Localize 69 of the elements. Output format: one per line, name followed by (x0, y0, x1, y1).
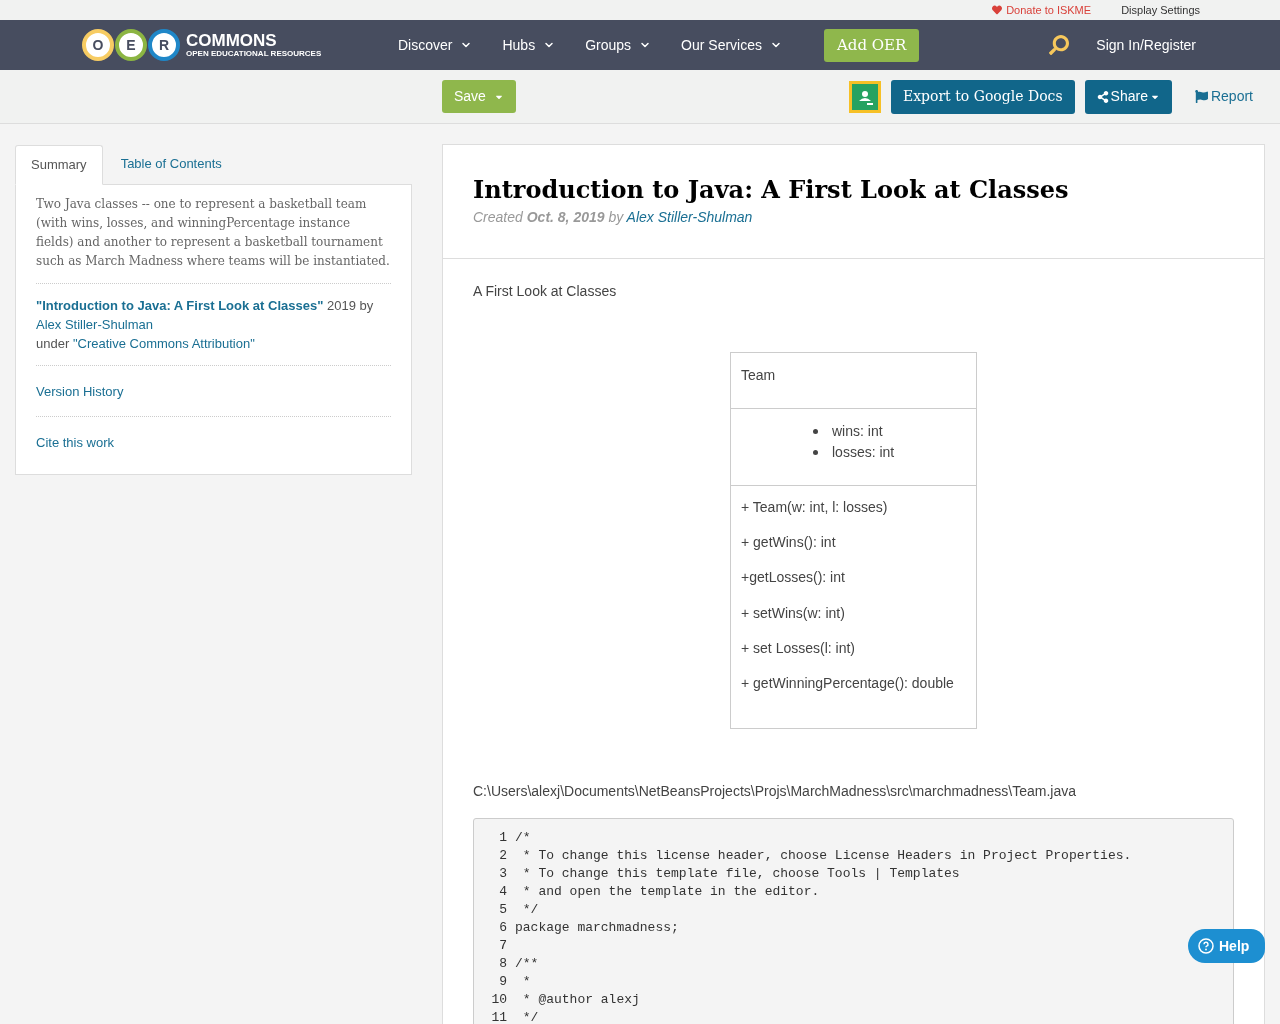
method-text: +getLosses(): int (741, 569, 845, 586)
sign-in-link[interactable]: Sign In/Register (1096, 34, 1196, 56)
code-line: * To change this license header, choose License Headers in Project Properties. (521, 847, 1132, 866)
code-line: /* (515, 829, 531, 848)
logo[interactable]: O E R COMMONS OPEN EDUCATIONAL RESOURCES (82, 29, 382, 61)
line-number: 2 (498, 847, 507, 866)
line-number: 7 (498, 937, 507, 956)
code-line: * @author alexj (521, 991, 640, 1010)
field-text: losses: int (832, 443, 895, 462)
donate-link[interactable]: Donate to ISKME (992, 1, 1092, 19)
method-text: + Team(w: int, l: losses) (741, 499, 888, 515)
line-number: 5 (498, 901, 507, 920)
classroom-icon[interactable] (848, 80, 881, 113)
logo-letter: R (148, 29, 180, 61)
logo-letter: O (82, 29, 114, 61)
search-icon[interactable] (1049, 35, 1070, 55)
line-number: 9 (498, 973, 507, 992)
sidebar-link[interactable]: Version History (36, 384, 124, 399)
report-link[interactable]: Report (1194, 86, 1253, 107)
line-number: 8 (498, 955, 507, 974)
help-button[interactable]: Help (1188, 929, 1265, 963)
class-name: Team (731, 353, 976, 409)
nav-menu[interactable]: Groups (585, 34, 652, 56)
logo-letter: E (115, 29, 147, 61)
file-path: C:\Users\alexj\Documents\NetBeansProjects\Projs\MarchMadness\src\marchmadness\Team.java (473, 782, 1077, 802)
attribution-text: "Introduction to Java: A First Look at Classes" 2019 by Alex Stiller-Shulman under "Creative Commons Attribution" (36, 284, 391, 366)
sidebar-tab[interactable]: Summary (15, 145, 103, 185)
logo-tagline: OPEN EDUCATIONAL RESOURCES (186, 50, 322, 58)
code-line: * and open the template in the editor. (521, 883, 820, 902)
line-number: 1 (498, 829, 507, 848)
code-line: */ (521, 1009, 539, 1024)
flag-icon (1194, 90, 1208, 103)
summary-text: Two Java classes -- one to represent a basketball team (with wins, losses, and winningPercentage instance fields) and another to represent a basketball tournament such as March Madness where teams will be instantiated. (36, 195, 391, 284)
line-number: 11 (490, 1009, 507, 1024)
question-icon (1198, 938, 1214, 954)
created-meta: Created Oct. 8, 2019 by Alex Stiller-Shulman (473, 208, 754, 227)
sidebar-link[interactable]: Cite this work (36, 435, 115, 450)
share-icon (1096, 90, 1109, 103)
line-number: 6 (498, 919, 507, 938)
method-text: + set Losses(l: int) (741, 639, 855, 656)
code-line: /** (515, 955, 539, 974)
bullet-icon (813, 450, 818, 455)
heart-icon (992, 5, 1003, 15)
title-link[interactable]: "Introduction to Java: A First Look at Classes" (36, 298, 324, 313)
code-line: package marchmadness; (515, 919, 679, 938)
license-link[interactable]: "Creative Commons Attribution" (72, 336, 255, 351)
line-number: 4 (498, 883, 507, 902)
display-settings-link[interactable]: Display Settings (1121, 1, 1200, 19)
nav-menu[interactable]: Our Services (681, 34, 782, 56)
code-line: */ (521, 901, 539, 920)
article-title: Introduction to Java: A First Look at Classes (473, 174, 1070, 206)
sidebar-tab[interactable]: Table of Contents (102, 144, 240, 184)
nav-menu[interactable]: Discover (398, 34, 473, 56)
method-text: + getWinningPercentage(): double (741, 674, 954, 691)
logo-wordmark: COMMONS (186, 32, 278, 49)
line-number: 3 (498, 865, 507, 884)
code-line: * (521, 973, 531, 992)
author-link[interactable]: Alex Stiller-Shulman (626, 209, 753, 225)
bullet-icon (813, 429, 818, 434)
method-text: + getWins(): int (741, 534, 836, 551)
field-text: wins: int (832, 422, 883, 441)
section-heading: A First Look at Classes (473, 282, 618, 301)
nav-menu[interactable]: Hubs (502, 34, 556, 56)
author-link[interactable]: Alex Stiller-Shulman (36, 317, 154, 332)
line-number: 10 (490, 991, 507, 1010)
export-button[interactable]: Export to Google Docs (890, 79, 1075, 114)
method-text: + setWins(w: int) (741, 604, 845, 621)
code-line: * To change this template file, choose Tools | Templates (521, 865, 960, 884)
share-button[interactable]: Share (1084, 79, 1172, 114)
